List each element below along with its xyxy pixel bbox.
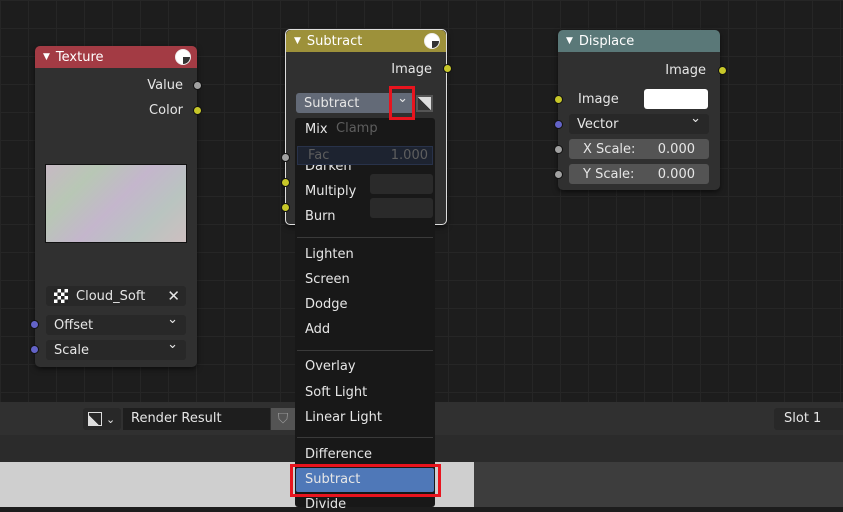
alpha-toggle-icon[interactable] — [416, 95, 433, 112]
y-scale-value: 0.000 — [657, 166, 695, 182]
blend-mode-value: Subtract — [304, 95, 360, 111]
scale-label: Scale — [54, 342, 89, 358]
image1-socket[interactable] — [281, 178, 290, 187]
offset-dropdown[interactable]: Offset — [46, 312, 186, 335]
texture-selector[interactable]: Cloud_Soft ✕ — [46, 286, 186, 306]
slot-value: Slot 1 — [784, 411, 822, 426]
subtract-node-header[interactable]: ▼ Subtract — [286, 30, 446, 52]
scale-socket[interactable] — [30, 345, 39, 354]
image1-color-field[interactable] — [370, 174, 433, 194]
x-scale-label: X Scale: — [583, 141, 636, 157]
menu-item-mix[interactable]: Mix — [305, 122, 328, 137]
offset-label: Offset — [54, 317, 94, 333]
node-title: Subtract — [306, 33, 363, 49]
menu-item-multiply[interactable]: Multiply — [305, 184, 356, 199]
menu-item-soft-light[interactable]: Soft Light — [305, 385, 367, 400]
output-image: Image — [665, 63, 706, 78]
fac-value: 1.000 — [390, 148, 428, 163]
menu-separator — [297, 437, 433, 438]
node-title: Texture — [55, 49, 104, 65]
menu-item-add[interactable]: Add — [305, 322, 330, 337]
displace-output-socket[interactable] — [718, 66, 727, 75]
fac-slider[interactable]: Fac 1.000 — [297, 146, 433, 165]
node-preview-icon[interactable] — [175, 49, 191, 65]
slot-dropdown[interactable]: Slot 1 — [774, 408, 843, 430]
scale-dropdown[interactable]: Scale — [46, 337, 186, 360]
collapse-icon[interactable]: ▼ — [43, 52, 50, 62]
menu-item-overlay[interactable]: Overlay — [305, 359, 356, 374]
image-color-swatch[interactable] — [644, 89, 708, 109]
menu-separator — [297, 237, 433, 238]
image-name: Render Result — [131, 411, 222, 426]
output-value: Value — [147, 78, 183, 93]
menu-item-dodge[interactable]: Dodge — [305, 297, 347, 312]
displace-image-socket[interactable] — [554, 95, 563, 104]
menu-item-difference[interactable]: Difference — [305, 447, 372, 462]
vector-label: Vector — [577, 116, 619, 132]
highlight-box-subtract — [290, 464, 441, 497]
node-preview-icon[interactable] — [424, 33, 440, 49]
image-input-label: Image — [578, 92, 619, 107]
image-name-field[interactable]: Render Result — [123, 408, 270, 430]
image2-socket[interactable] — [281, 203, 290, 212]
texture-node-header[interactable]: ▼ Texture — [35, 46, 197, 68]
displace-node-header[interactable]: ▼ Displace — [558, 30, 720, 52]
menu-item-lighten[interactable]: Lighten — [305, 247, 354, 262]
y-scale-socket[interactable] — [554, 170, 563, 179]
texture-preview — [45, 164, 187, 243]
checker-icon — [54, 289, 68, 303]
close-icon[interactable]: ✕ — [167, 287, 180, 305]
fake-user-shield-icon[interactable]: ⛉ — [271, 408, 295, 430]
clamp-checkbox-label[interactable]: Clamp — [336, 121, 378, 136]
y-scale-field[interactable]: Y Scale: 0.000 — [569, 164, 709, 184]
vector-dropdown[interactable]: Vector — [569, 111, 709, 134]
vector-socket[interactable] — [554, 120, 563, 129]
x-scale-value: 0.000 — [657, 141, 695, 157]
value-socket[interactable] — [193, 81, 202, 90]
image-output-socket[interactable] — [443, 64, 452, 73]
color-socket[interactable] — [193, 106, 202, 115]
menu-item-linear-light[interactable]: Linear Light — [305, 410, 382, 425]
menu-item-burn[interactable]: Burn — [305, 209, 336, 224]
output-color: Color — [149, 103, 183, 118]
node-title: Displace — [578, 33, 635, 49]
x-scale-field[interactable]: X Scale: 0.000 — [569, 139, 709, 159]
x-scale-socket[interactable] — [554, 145, 563, 154]
output-image: Image — [391, 62, 432, 77]
texture-name: Cloud_Soft — [76, 288, 146, 304]
offset-socket[interactable] — [30, 320, 39, 329]
image2-color-field[interactable] — [370, 198, 433, 218]
fac-socket[interactable] — [281, 153, 290, 162]
y-scale-label: Y Scale: — [583, 166, 635, 182]
collapse-icon[interactable]: ▼ — [294, 36, 301, 46]
menu-separator — [297, 350, 433, 351]
editor-type-button[interactable]: ⌄ — [83, 408, 121, 430]
image-icon — [88, 412, 102, 426]
displace-node[interactable]: ▼ Displace Image Image Vector X Scale: 0.0… — [558, 30, 720, 190]
collapse-icon[interactable]: ▼ — [566, 36, 573, 46]
highlight-box-dropdown — [389, 86, 415, 120]
chevron-down-icon: ⌄ — [106, 412, 116, 426]
menu-item-screen[interactable]: Screen — [305, 272, 350, 287]
fac-label: Fac — [308, 148, 330, 163]
image-canvas-background — [474, 462, 843, 507]
menu-item-divide[interactable]: Divide — [305, 497, 346, 512]
texture-node[interactable]: ▼ Texture Value Color Cloud_Soft ✕ Offset… — [35, 46, 197, 367]
